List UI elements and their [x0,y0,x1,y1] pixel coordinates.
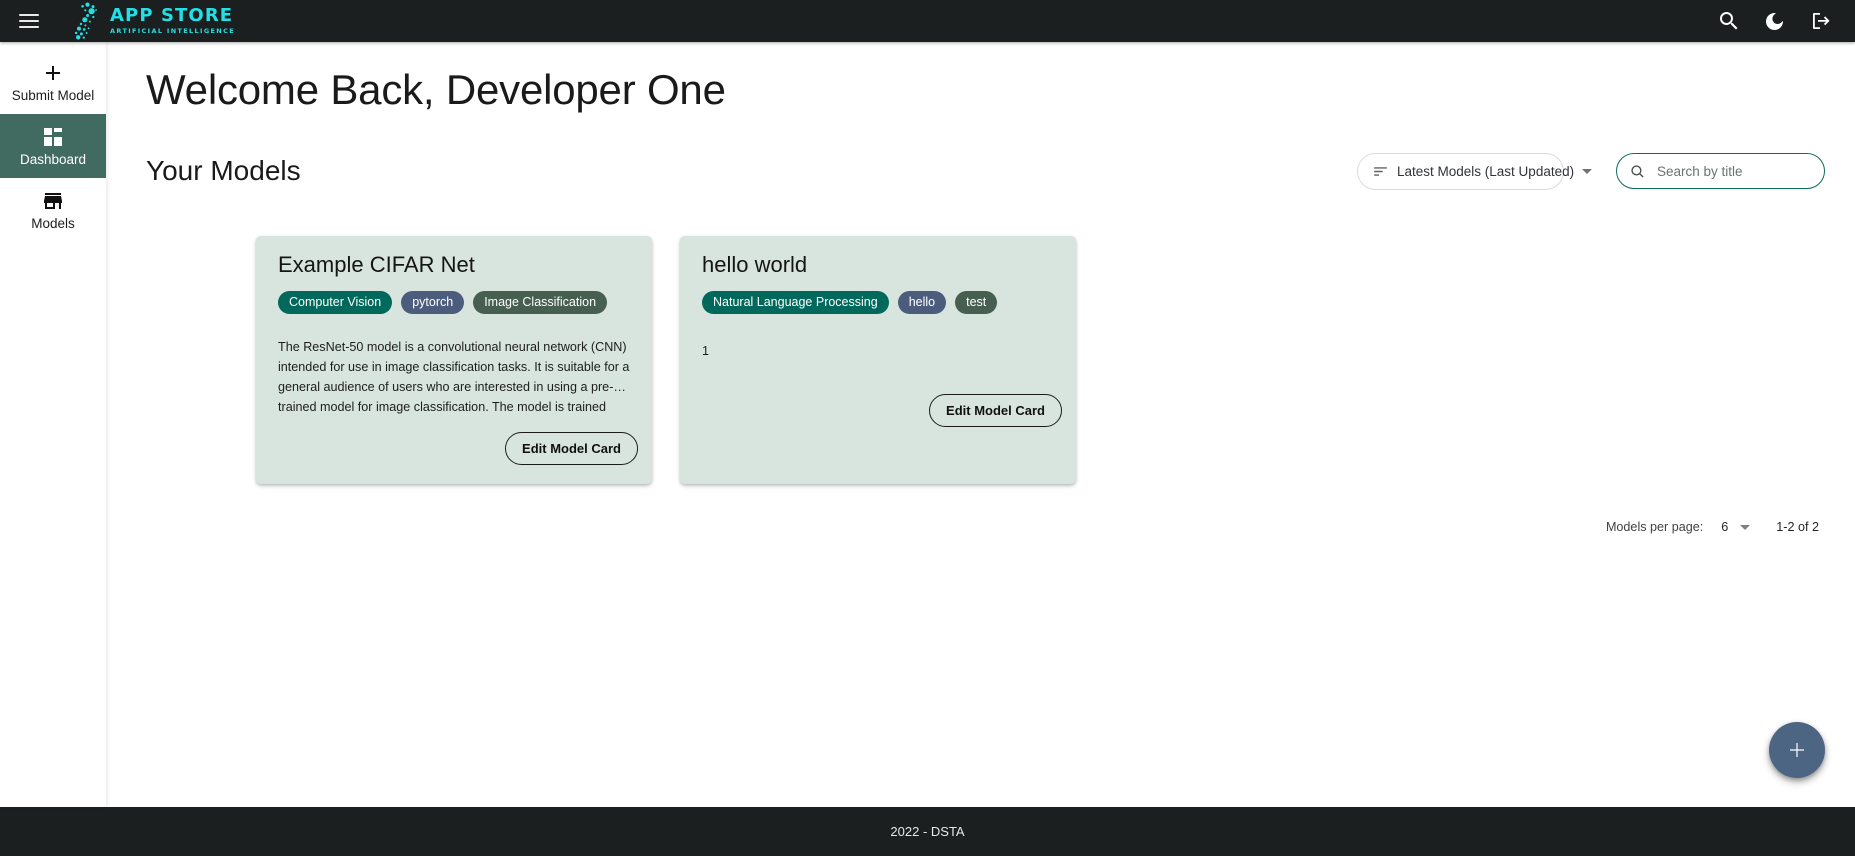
tag-chip[interactable]: hello [897,290,947,314]
sidebar-item-label: Models [31,215,75,231]
dot-swirl-logo-icon [70,2,104,40]
add-model-fab-button[interactable] [1769,722,1825,778]
plus-icon [1785,738,1809,762]
search-field[interactable] [1616,153,1836,190]
dark-mode-icon[interactable] [1763,9,1787,33]
main-content: Welcome Back, Developer One Your Models … [106,42,1855,807]
pagination-range: 1-2 of 2 [1776,520,1819,535]
tag-chip[interactable]: Image Classification [473,290,608,314]
hamburger-bar [19,20,39,22]
sidebar-item-submit-model[interactable]: Submit Model [0,50,106,114]
pagination: Models per page: 6 1-2 of 2 [106,520,1855,534]
page-title: Welcome Back, Developer One [146,66,726,113]
search-input[interactable] [1655,162,1836,180]
sort-selected-label: Latest Models (Last Updated) [1397,163,1575,179]
sort-icon [1372,163,1389,180]
hamburger-menu-icon[interactable] [8,0,50,42]
per-page-value[interactable]: 6 [1721,520,1728,534]
logo-text: APP STORE ARTIFICIAL INTELLIGENCE [110,7,235,35]
top-app-bar: APP STORE ARTIFICIAL INTELLIGENCE [0,0,1855,42]
pagination-label: Models per page: [1605,520,1704,535]
list-controls: Latest Models (Last Updated) [1357,152,1836,190]
tag-chip[interactable]: Computer Vision [278,290,393,314]
chevron-down-icon [1582,168,1593,174]
app-logo[interactable]: APP STORE ARTIFICIAL INTELLIGENCE [70,2,235,40]
model-card-list: Example CIFAR Net Computer Vision pytorc… [106,236,1855,485]
logo-title: APP STORE [110,5,234,27]
sidebar-top-spacer [0,42,106,50]
model-card[interactable]: Example CIFAR Net Computer Vision pytorc… [256,236,652,485]
footer-text: 2022 - DSTA [890,824,965,839]
sidebar-item-dashboard[interactable]: Dashboard [0,114,106,178]
chevron-down-icon[interactable] [1740,524,1751,530]
dashboard-grid-icon [41,125,65,149]
model-card-description: 1 [702,343,710,358]
sidebar-item-label: Submit Model [11,87,95,103]
sidebar-item-label: Dashboard [19,151,87,167]
logo-subtitle: ARTIFICIAL INTELLIGENCE [110,27,235,36]
model-card-title: hello world [702,252,808,278]
storefront-icon [41,189,65,213]
model-card-tags: Computer Vision pytorch Image Classifica… [278,290,630,314]
page-footer: 2022 - DSTA [0,807,1855,856]
app-root: APP STORE ARTIFICIAL INTELLIGENCE Submit… [0,0,1855,856]
search-icon[interactable] [1717,9,1741,33]
sidebar: Submit Model Dashboard Models [0,42,106,807]
model-card-description: The ResNet-50 model is a convolutional n… [278,339,630,414]
model-card-title: Example CIFAR Net [278,252,475,278]
tag-chip[interactable]: test [955,290,998,314]
search-icon [1629,163,1646,180]
logout-icon[interactable] [1809,9,1833,33]
plus-icon [41,61,65,85]
tag-chip[interactable]: pytorch [401,290,465,314]
topbar-actions [1717,9,1855,33]
model-card[interactable]: hello world Natural Language Processing … [680,236,1076,485]
edit-model-card-button[interactable]: Edit Model Card [929,394,1062,428]
section-title: Your Models [146,155,301,187]
tag-chip[interactable]: Natural Language Processing [702,290,889,314]
section-header: Your Models Latest Models (Last Updated) [106,132,1855,210]
sidebar-item-models[interactable]: Models [0,178,106,242]
hamburger-bar [19,26,39,28]
model-card-tags: Natural Language Processing hello test [702,290,1054,314]
sort-dropdown[interactable]: Latest Models (Last Updated) [1357,152,1593,190]
hamburger-bar [19,14,39,16]
edit-model-card-button[interactable]: Edit Model Card [505,432,638,466]
